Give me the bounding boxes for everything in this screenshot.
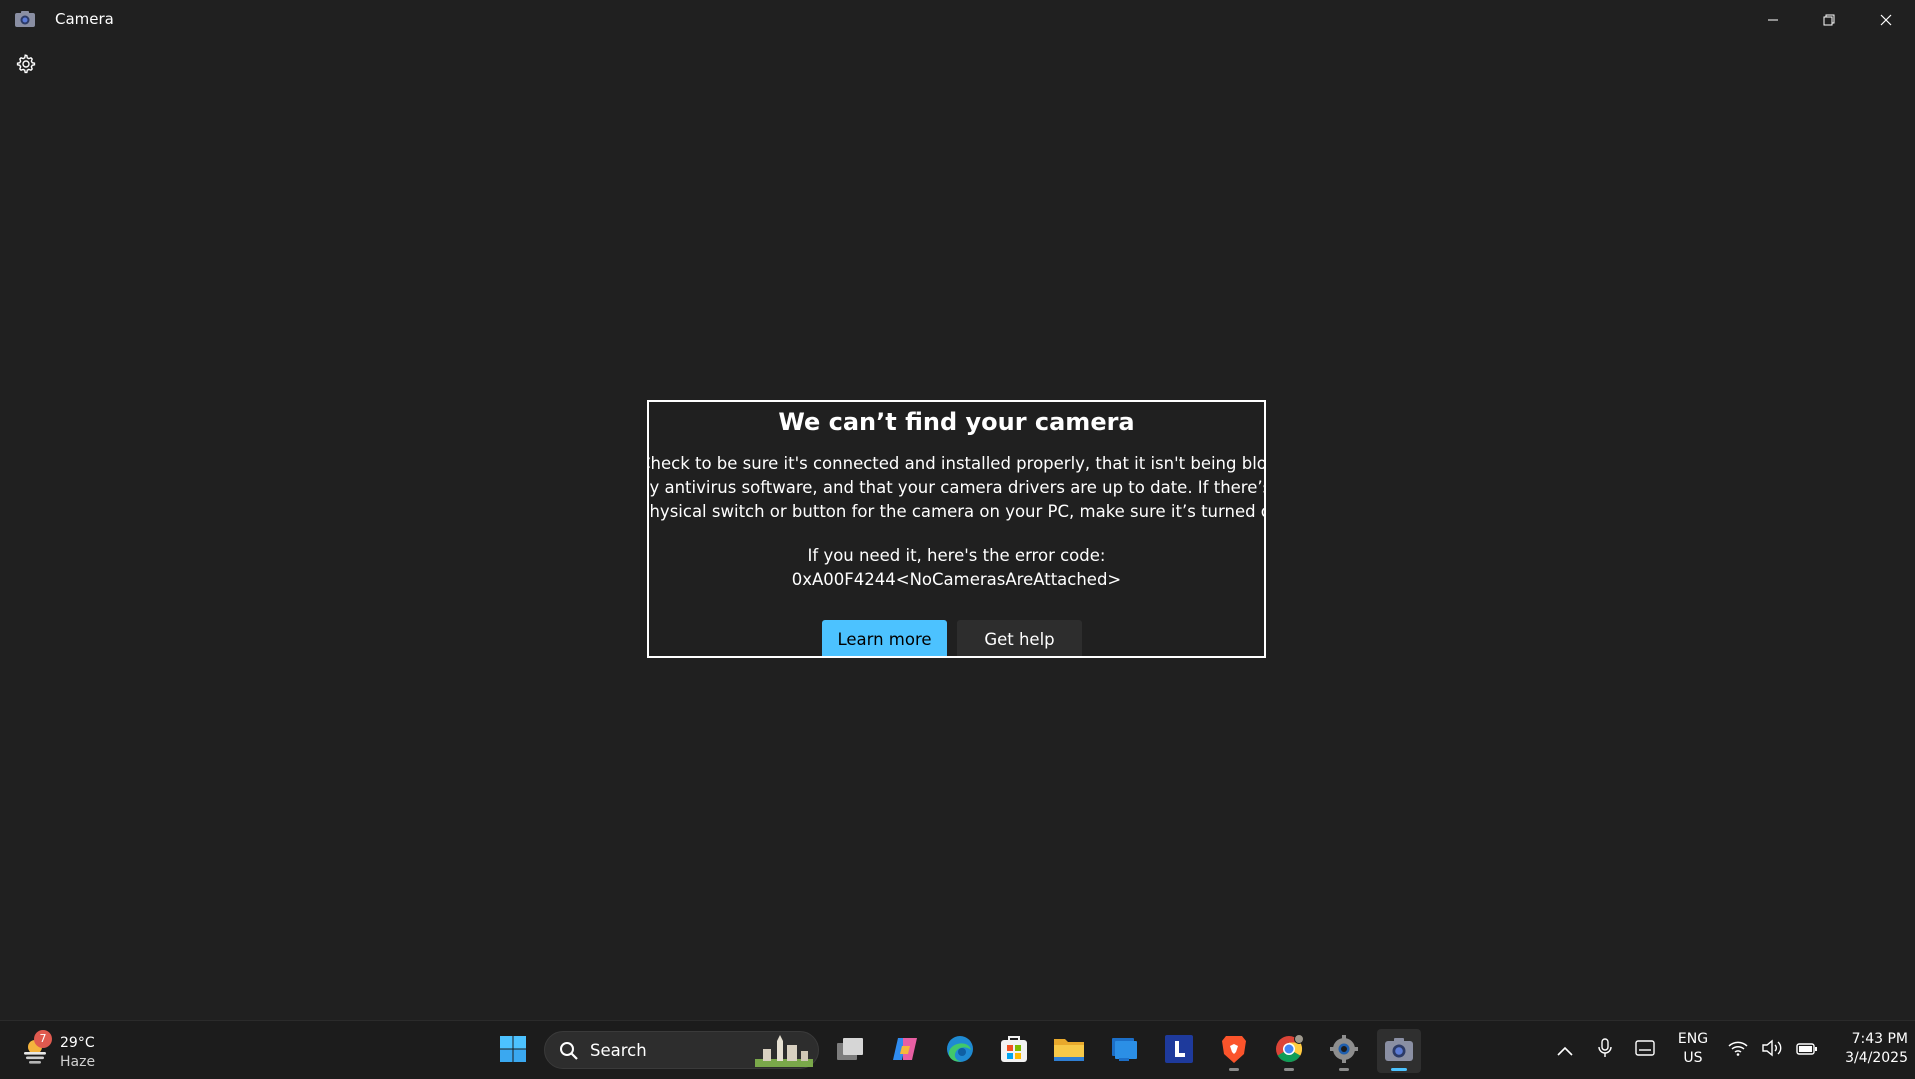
microsoft-store-button[interactable] xyxy=(992,1029,1036,1073)
l-app-icon xyxy=(1164,1034,1194,1068)
settings-app-icon xyxy=(1329,1034,1359,1068)
minimize-button[interactable] xyxy=(1745,0,1801,40)
running-indicator xyxy=(1229,1068,1239,1071)
chrome-button[interactable] xyxy=(1267,1029,1311,1073)
quick-settings-button[interactable] xyxy=(1728,1035,1818,1065)
search-icon xyxy=(559,1041,579,1065)
start-button[interactable] xyxy=(491,1029,535,1073)
task-view-icon xyxy=(835,1036,865,1066)
camera-app-icon xyxy=(1384,1036,1414,1066)
error-code-intro: If you need it, here's the error code: xyxy=(807,546,1106,565)
weather-condition: Haze xyxy=(60,1054,96,1070)
window-title: Camera xyxy=(55,10,114,28)
show-hidden-icons-chevron xyxy=(1557,1041,1573,1060)
learn-more-button[interactable]: Learn more xyxy=(822,620,947,656)
search-placeholder: Search xyxy=(590,1041,647,1060)
language-code: ENG xyxy=(1677,1031,1709,1047)
running-indicator xyxy=(1391,1068,1407,1071)
dialog-message-line: physical switch or button for the camera… xyxy=(647,502,1266,521)
clock[interactable]: 7:43 PM 3/4/2025 xyxy=(1818,1030,1908,1068)
close-icon xyxy=(1880,11,1892,30)
edge-icon xyxy=(945,1034,975,1068)
show-hidden-icons-button[interactable] xyxy=(1553,1035,1577,1065)
edge-button[interactable] xyxy=(938,1029,982,1073)
wifi-icon xyxy=(1728,1040,1748,1060)
taskbar: 7 29°C Haze Search ENG US 7:43 PM 3/4/20… xyxy=(0,1020,1915,1079)
running-indicator xyxy=(1284,1068,1294,1071)
widgets-app-button[interactable] xyxy=(1102,1029,1146,1073)
dialog-message-line: Check to be sure it's connected and inst… xyxy=(647,454,1266,473)
error-code: 0xA00F4244<NoCamerasAreAttached> xyxy=(791,570,1122,589)
touch-keyboard-button[interactable] xyxy=(1632,1035,1658,1065)
touch-keyboard-icon xyxy=(1635,1040,1655,1060)
task-view-button[interactable] xyxy=(828,1029,872,1073)
brave-browser-icon xyxy=(1220,1034,1248,1068)
restore-button[interactable] xyxy=(1801,0,1857,40)
language-region: US xyxy=(1683,1050,1703,1066)
input-language-indicator[interactable]: ENG US xyxy=(1668,1030,1718,1068)
file-explorer-button[interactable] xyxy=(1047,1029,1091,1073)
battery-icon xyxy=(1796,1041,1818,1060)
volume-icon xyxy=(1761,1039,1783,1061)
widgets-app-icon xyxy=(1109,1034,1139,1068)
file-explorer-icon xyxy=(1053,1035,1085,1067)
camera-app-button[interactable] xyxy=(1377,1029,1421,1073)
weather-widget[interactable]: 7 29°C Haze xyxy=(16,1029,126,1073)
microphone-icon xyxy=(1598,1038,1612,1062)
weather-badge: 7 xyxy=(34,1030,52,1048)
taskbar-search[interactable]: Search xyxy=(544,1031,819,1069)
minimize-icon xyxy=(1767,11,1779,30)
dialog-title: We can’t find your camera xyxy=(778,408,1135,436)
brave-browser-button[interactable] xyxy=(1212,1029,1256,1073)
dialog-message-line: by antivirus software, and that your cam… xyxy=(647,478,1266,497)
microphone-button[interactable] xyxy=(1593,1035,1617,1065)
title-bar: Camera xyxy=(0,0,1915,40)
l-app-button[interactable] xyxy=(1157,1029,1201,1073)
chrome-icon xyxy=(1274,1034,1304,1068)
microsoft-store-icon xyxy=(999,1034,1029,1068)
get-help-button[interactable]: Get help xyxy=(957,620,1082,656)
settings-app-button[interactable] xyxy=(1322,1029,1366,1073)
start-icon xyxy=(499,1035,527,1067)
gear-icon xyxy=(16,54,36,78)
copilot-button[interactable] xyxy=(883,1029,927,1073)
weather-temperature: 29°C xyxy=(60,1035,95,1051)
dialog-message: Check to be sure it's connected and inst… xyxy=(647,452,1266,524)
clock-time: 7:43 PM xyxy=(1851,1031,1908,1047)
search-highlight-illustration-icon xyxy=(755,1035,813,1067)
camera-icon xyxy=(14,10,36,28)
error-code-block: If you need it, here's the error code: 0… xyxy=(649,544,1264,592)
running-indicator xyxy=(1339,1068,1349,1071)
camera-error-dialog: We can’t find your camera Check to be su… xyxy=(647,400,1266,658)
copilot-icon xyxy=(890,1034,920,1068)
restore-icon xyxy=(1823,11,1835,30)
settings-button[interactable] xyxy=(10,50,42,82)
close-button[interactable] xyxy=(1858,0,1914,40)
clock-date: 3/4/2025 xyxy=(1845,1050,1908,1066)
